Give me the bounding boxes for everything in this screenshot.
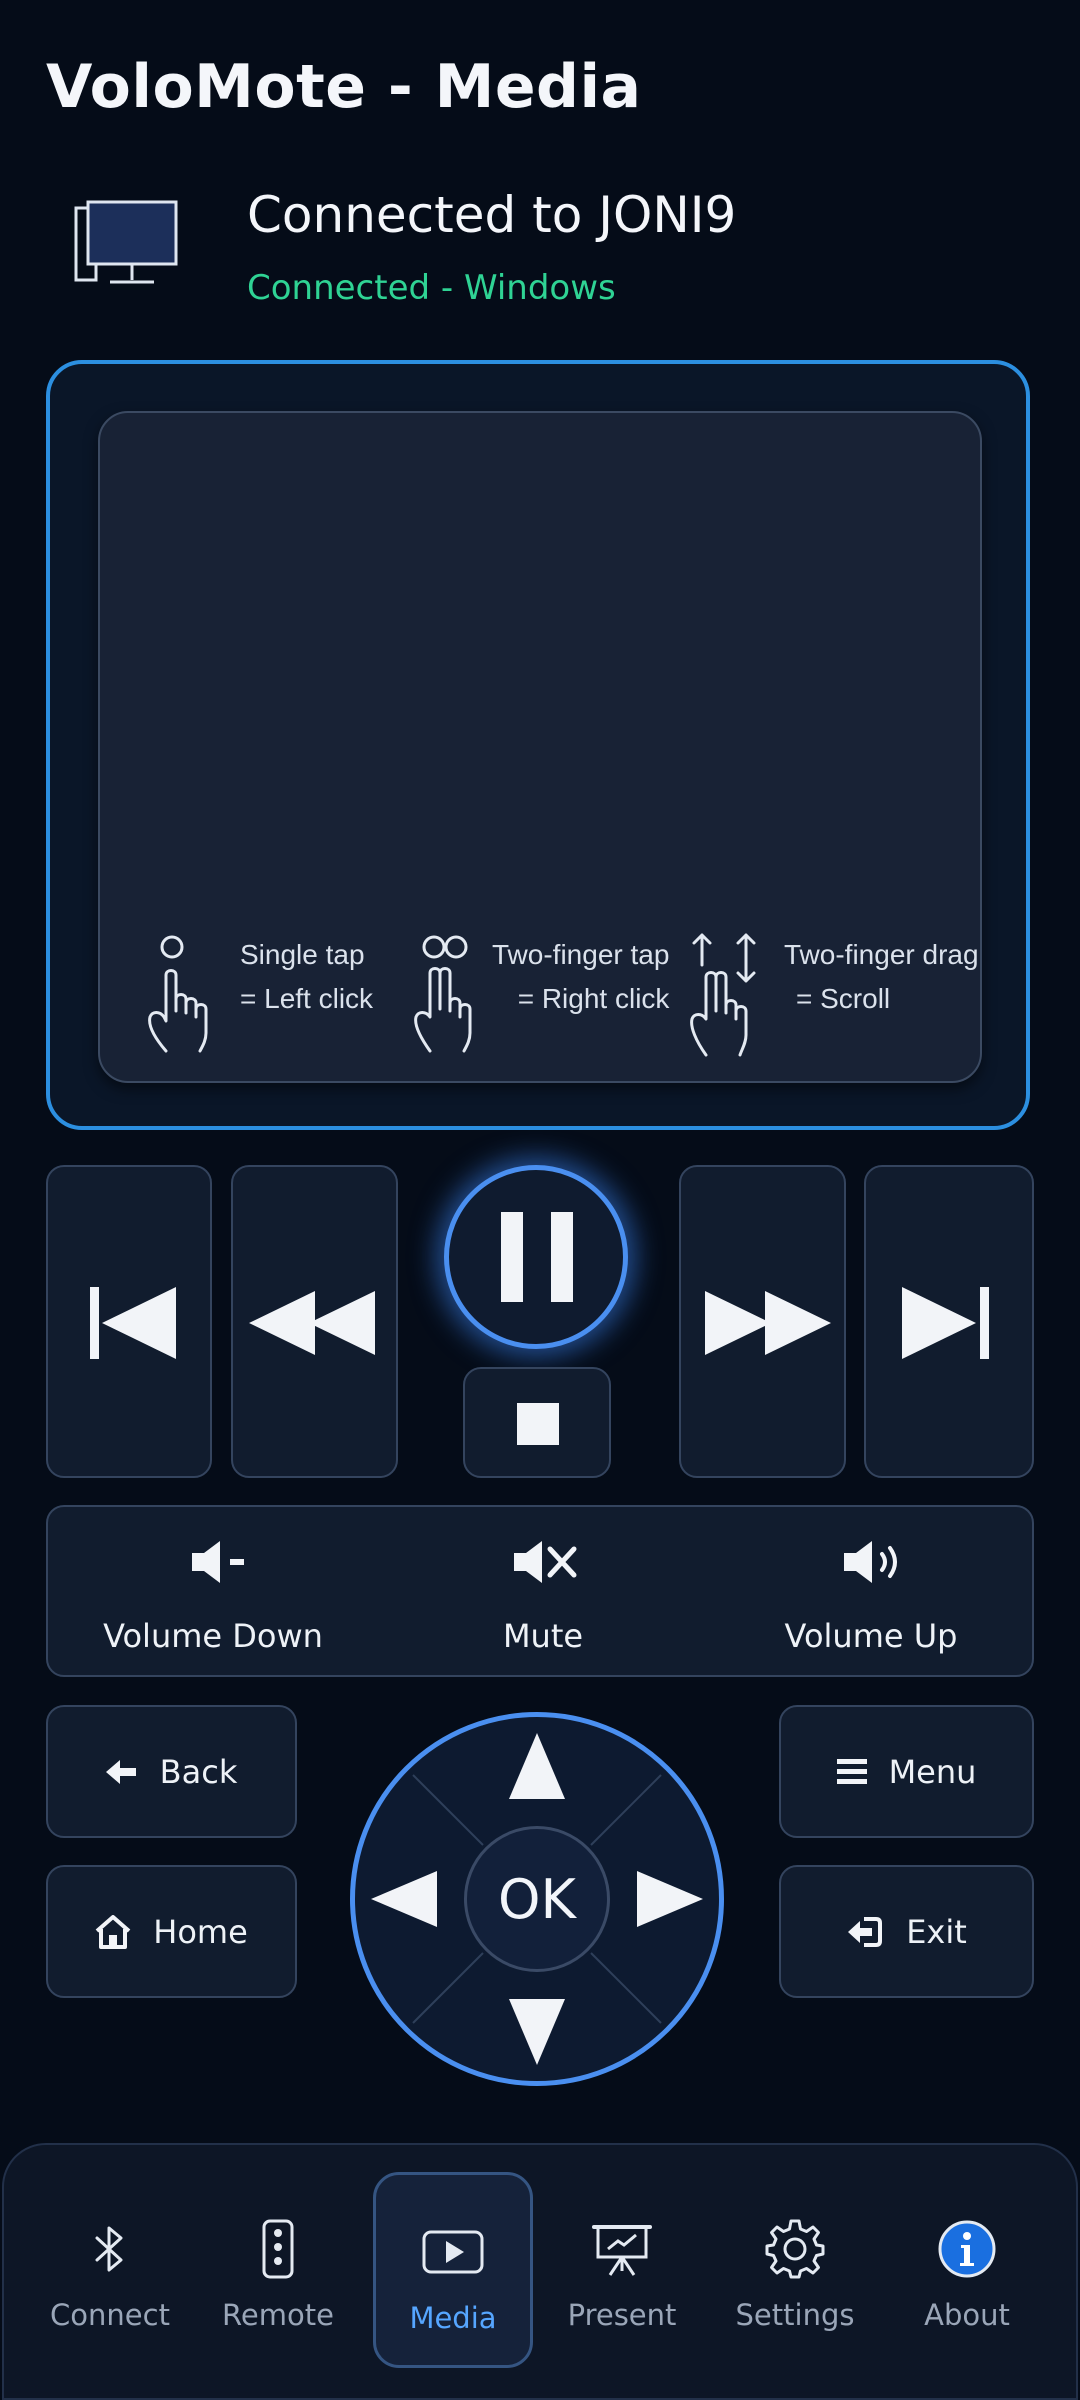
exit-button[interactable]: Exit <box>779 1865 1034 1998</box>
nav-present[interactable]: Present <box>547 2172 697 2368</box>
computer-icon <box>74 200 178 284</box>
home-icon <box>95 1914 131 1949</box>
skip-previous-icon <box>90 1287 176 1359</box>
mute-icon <box>514 1541 577 1583</box>
two-finger-drag-hint: Two-finger drag = Scroll <box>784 933 979 1021</box>
single-tap-gesture: Single tap <box>240 939 365 970</box>
two-finger-tap-action: = Right click <box>517 983 670 1014</box>
single-tap-hint: Single tap = Left click <box>240 933 373 1021</box>
skip-previous-button[interactable] <box>46 1165 212 1478</box>
connection-status: Connected - Windows <box>247 268 616 308</box>
volume-down-button[interactable]: Volume Down <box>48 1507 378 1675</box>
ok-button[interactable]: OK <box>464 1826 610 1972</box>
nav-settings[interactable]: Settings <box>720 2172 870 2368</box>
dpad-up-icon[interactable] <box>509 1733 565 1799</box>
nav-remote-label: Remote <box>222 2298 334 2332</box>
two-finger-tap-icon <box>414 935 472 1053</box>
pause-icon <box>501 1212 573 1302</box>
rewind-icon <box>249 1291 375 1355</box>
back-button[interactable]: Back <box>46 1705 297 1838</box>
volume-down-icon <box>192 1541 244 1583</box>
mute-button[interactable]: Mute <box>378 1507 708 1675</box>
fast-forward-icon <box>705 1291 831 1355</box>
info-icon <box>938 2220 996 2278</box>
nav-about[interactable]: About <box>892 2172 1042 2368</box>
volume-up-label: Volume Up <box>784 1617 958 1655</box>
home-button[interactable]: Home <box>46 1865 297 1998</box>
app-title: VoloMote - Media <box>46 52 642 122</box>
two-finger-drag-gesture: Two-finger drag <box>784 939 979 970</box>
single-tap-action: = Left click <box>240 983 374 1014</box>
volume-up-icon <box>844 1541 897 1583</box>
dpad-right-icon[interactable] <box>637 1871 703 1927</box>
stop-icon <box>517 1403 559 1445</box>
nav-about-label: About <box>924 2298 1010 2332</box>
fast-forward-button[interactable] <box>679 1165 846 1478</box>
bluetooth-icon <box>95 2226 123 2272</box>
rewind-button[interactable] <box>231 1165 398 1478</box>
play-icon <box>422 2230 484 2274</box>
touchpad-area[interactable]: Single tap = Left click Two-finger tap =… <box>98 411 982 1083</box>
presentation-icon <box>592 2225 652 2276</box>
two-finger-drag-icon <box>690 933 756 1057</box>
menu-icon <box>836 1758 867 1784</box>
pause-button[interactable] <box>444 1165 628 1349</box>
nav-remote[interactable]: Remote <box>203 2172 353 2368</box>
nav-media-label: Media <box>409 2301 497 2335</box>
single-tap-icon <box>148 935 208 1053</box>
remote-icon <box>262 2219 294 2279</box>
two-finger-tap-gesture: Two-finger tap <box>492 939 670 970</box>
nav-media[interactable]: Media <box>373 2172 533 2368</box>
nav-connect[interactable]: Connect <box>35 2172 185 2368</box>
exit-label: Exit <box>906 1912 967 1951</box>
volume-panel: Volume Down Mute Volume Up <box>46 1505 1034 1677</box>
nav-settings-label: Settings <box>735 2298 855 2332</box>
dpad-left-icon[interactable] <box>371 1871 437 1927</box>
skip-next-icon <box>902 1287 989 1359</box>
exit-icon <box>848 1916 883 1947</box>
home-label: Home <box>153 1912 248 1951</box>
gear-icon <box>765 2219 825 2279</box>
nav-present-label: Present <box>567 2298 677 2332</box>
nav-connect-label: Connect <box>50 2298 170 2332</box>
back-arrow-icon <box>105 1759 136 1784</box>
menu-label: Menu <box>888 1752 977 1791</box>
mute-label: Mute <box>502 1617 584 1655</box>
two-finger-tap-hint: Two-finger tap = Right click <box>492 933 669 1021</box>
stop-button[interactable] <box>463 1367 611 1478</box>
connection-title: Connected to JONI9 <box>247 186 737 244</box>
skip-next-button[interactable] <box>864 1165 1034 1478</box>
two-finger-drag-action: = Scroll <box>796 983 891 1014</box>
volume-down-label: Volume Down <box>103 1617 323 1655</box>
dpad-down-icon[interactable] <box>509 1999 565 2065</box>
menu-button[interactable]: Menu <box>779 1705 1034 1838</box>
volume-up-button[interactable]: Volume Up <box>708 1507 1034 1675</box>
back-label: Back <box>159 1752 238 1791</box>
